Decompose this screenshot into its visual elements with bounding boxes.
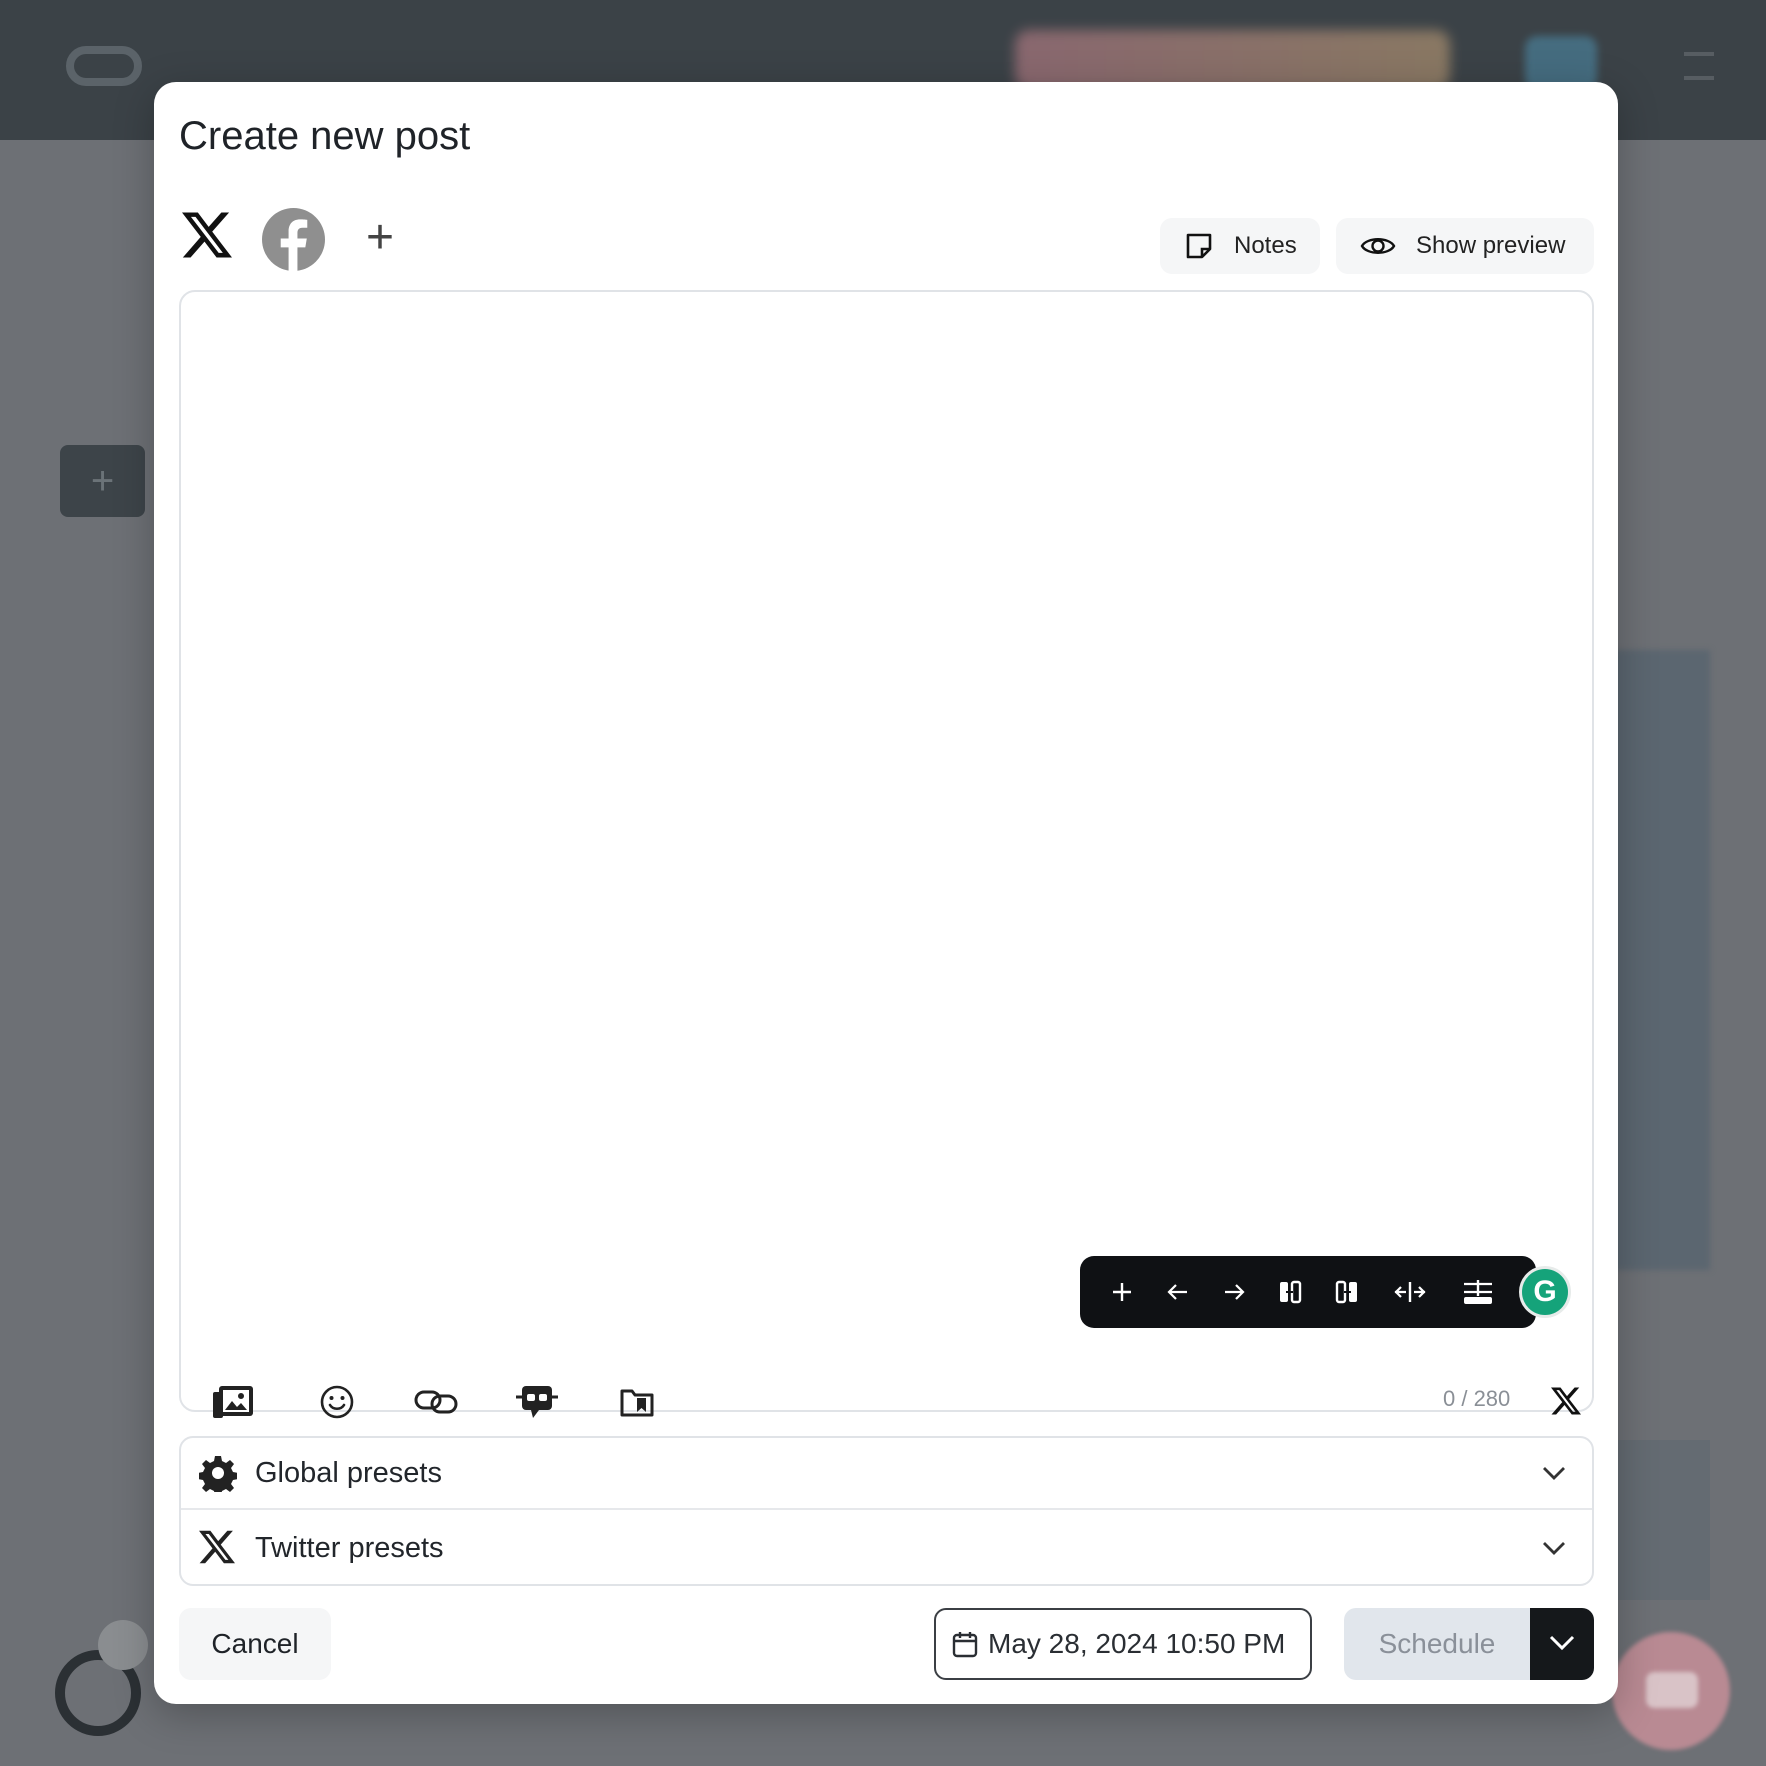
add-channel-button[interactable]: + [356,214,404,264]
menu-icon [1684,52,1714,80]
chevron-down-icon [1546,1626,1578,1663]
x-logo-icon[interactable] [182,210,232,260]
ai-assistant-icon[interactable] [515,1380,559,1424]
gear-icon [198,1454,238,1496]
show-preview-label: Show preview [1416,232,1566,259]
chevron-down-icon [1538,1457,1570,1489]
app-logo [66,46,142,86]
thread-toolbar [1080,1256,1536,1328]
chat-launcher-button[interactable] [1612,1632,1730,1750]
x-logo-icon [199,1529,237,1567]
emoji-icon[interactable] [315,1380,359,1424]
calendar-icon [952,1630,978,1658]
split-horizontal-icon[interactable] [1390,1272,1430,1312]
insert-break-icon[interactable] [1458,1272,1498,1312]
date-value: May 28, 2024 10:50 PM [988,1628,1286,1659]
facebook-icon[interactable] [262,208,325,271]
arrow-right-icon[interactable] [1214,1272,1254,1312]
plus-icon[interactable] [1102,1272,1142,1312]
global-presets-row[interactable]: Global presets [181,1438,1592,1510]
saved-content-icon[interactable] [615,1380,659,1424]
cancel-button[interactable]: Cancel [179,1608,331,1680]
schedule-date-picker[interactable]: May 28, 2024 10:50 PM [934,1608,1312,1680]
x-logo-icon [1551,1386,1581,1416]
grammarly-icon: G [1522,1269,1568,1315]
split-left-icon[interactable] [1270,1272,1310,1312]
notes-button[interactable]: Notes [1160,218,1320,274]
background-dot [98,1620,148,1670]
schedule-options-button[interactable] [1530,1608,1594,1680]
create-post-modal: Create new post + Notes Show preview G 0… [154,82,1618,1704]
show-preview-button[interactable]: Show preview [1336,218,1594,274]
global-presets-label: Global presets [255,1456,442,1489]
chevron-down-icon [1538,1532,1570,1564]
schedule-button[interactable]: Schedule [1344,1608,1530,1680]
eye-icon [1360,231,1396,261]
grammarly-button[interactable]: G [1519,1266,1571,1318]
link-icon[interactable] [413,1380,459,1424]
media-gallery-icon[interactable] [211,1380,255,1424]
presets-accordion: Global presets Twitter presets [179,1436,1594,1586]
twitter-presets-row[interactable]: Twitter presets [181,1512,1592,1584]
twitter-presets-label: Twitter presets [255,1531,444,1564]
arrow-left-icon[interactable] [1158,1272,1198,1312]
notes-label: Notes [1234,232,1297,259]
post-editor[interactable]: G 0 / 280 [179,290,1594,1419]
background-banner [1015,30,1450,90]
background-add-button [60,445,145,517]
character-count: 0 / 280 [1443,1386,1511,1411]
page-title: Create new post [179,114,471,158]
note-icon [1184,231,1214,261]
split-right-icon[interactable] [1327,1272,1367,1312]
